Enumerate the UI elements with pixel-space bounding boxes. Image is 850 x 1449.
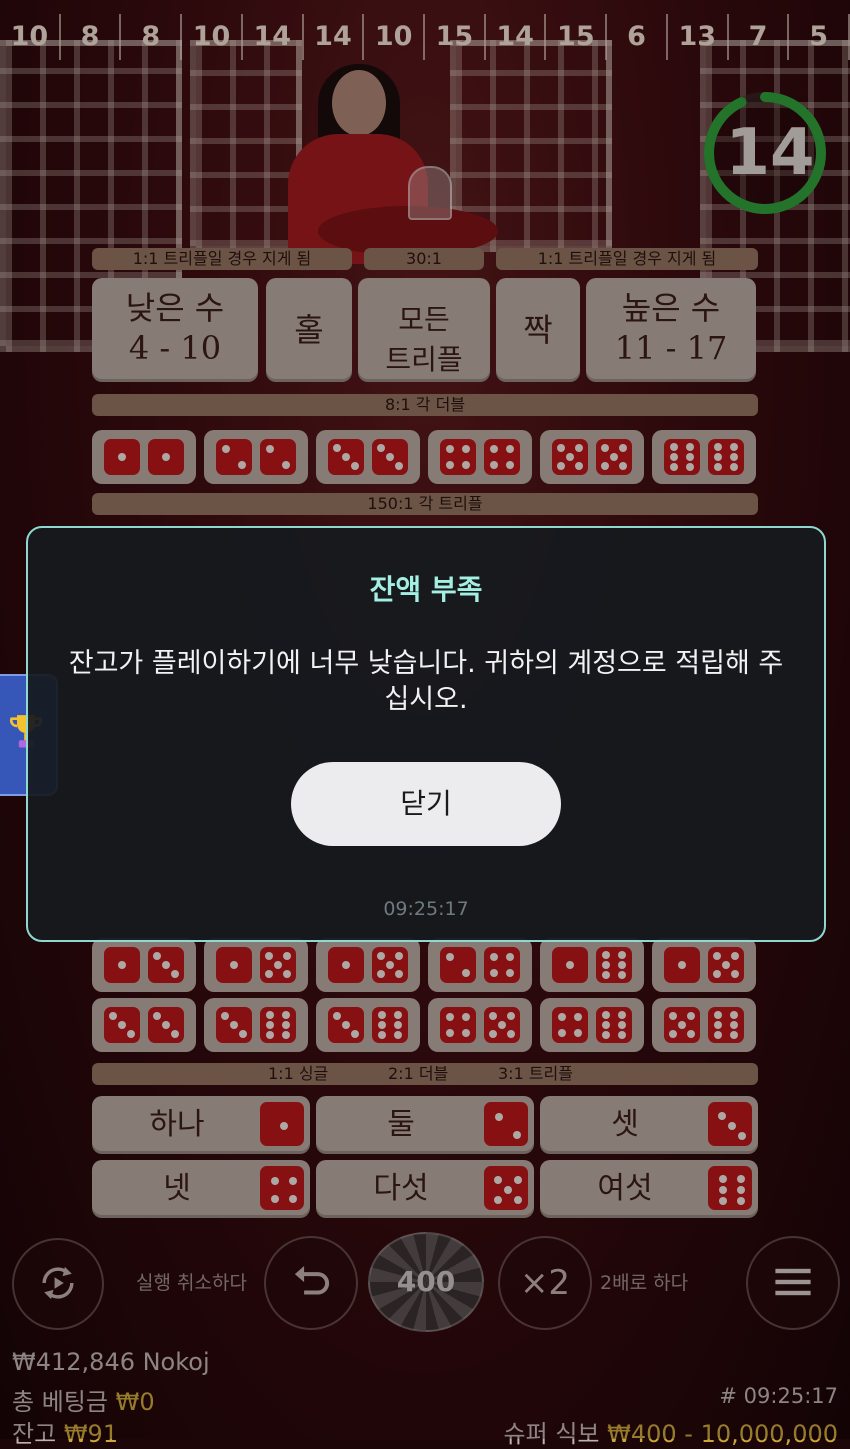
insufficient-balance-dialog: 잔액 부족 잔고가 플레이하기에 너무 낮습니다. 귀하의 계정으로 적립해 주… <box>26 526 826 942</box>
dialog-message: 잔고가 플레이하기에 너무 낮습니다. 귀하의 계정으로 적립해 주십시오. <box>68 648 784 715</box>
dialog-title: 잔액 부족 <box>369 573 483 606</box>
dialog-timestamp: 09:25:17 <box>383 898 469 920</box>
close-button[interactable]: 닫기 <box>291 762 561 846</box>
